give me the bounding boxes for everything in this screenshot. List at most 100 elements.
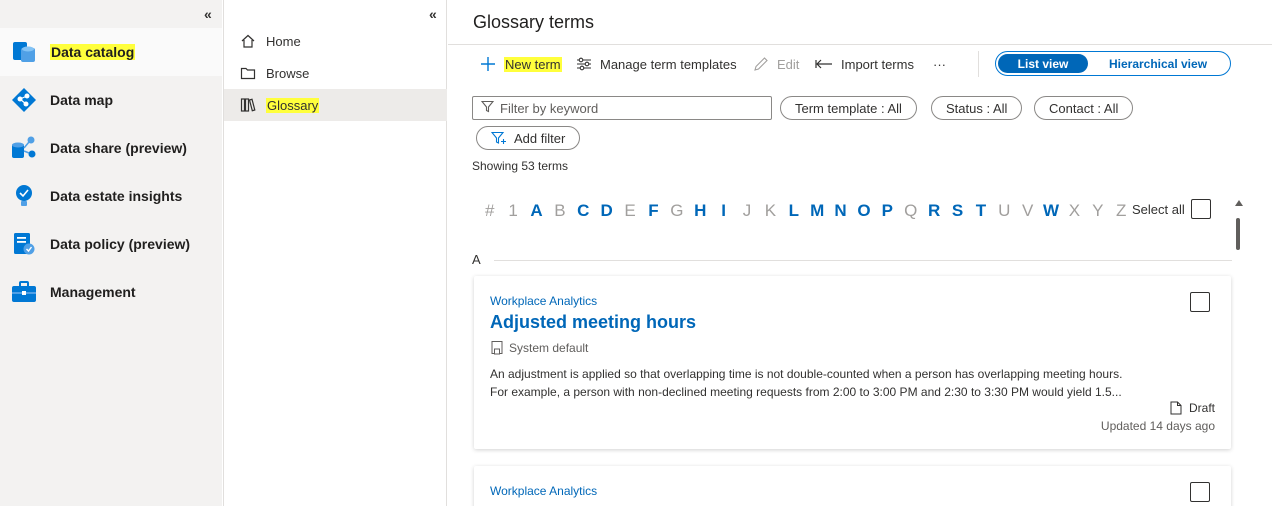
alphabet-letter[interactable]: C <box>572 201 595 221</box>
home-icon <box>240 33 258 49</box>
nav-label-data-policy: Data policy (preview) <box>50 236 191 252</box>
alphabet-letter: U <box>998 201 1011 220</box>
new-term-label: New term <box>504 56 562 72</box>
alphabet-letter[interactable]: M <box>805 201 828 221</box>
scroll-thumb[interactable] <box>1236 218 1240 250</box>
toolbar-divider <box>978 51 979 77</box>
select-all-checkbox[interactable] <box>1191 199 1211 219</box>
manage-term-templates-label: Manage term templates <box>600 56 737 72</box>
alphabet-letter: G <box>670 201 684 220</box>
alphabet-letter[interactable]: I <box>712 201 735 221</box>
alphabet-letter[interactable]: S <box>946 201 969 221</box>
subnav-item-home[interactable]: Home <box>224 25 447 57</box>
system-default-icon <box>490 340 505 355</box>
document-icon <box>1170 401 1182 415</box>
term-description: An adjustment is applied so that overlap… <box>490 365 1190 401</box>
term-template-filter[interactable]: Term template : All <box>780 96 917 120</box>
main-content: Glossary terms New term Manage term temp… <box>448 0 1272 506</box>
term-card[interactable]: Workplace Analytics <box>474 466 1231 506</box>
alphabet-letter: X <box>1068 201 1081 220</box>
term-status-label: Draft <box>1188 401 1215 415</box>
alphabet-letter: V <box>1022 201 1034 220</box>
nav-label-data-estate-insights: Data estate insights <box>50 188 183 204</box>
term-checkbox[interactable] <box>1190 292 1210 312</box>
alphabet-letter[interactable]: R <box>922 201 945 221</box>
subnav-item-browse[interactable]: Browse <box>224 57 447 89</box>
alphabet-letter[interactable]: A <box>525 201 548 221</box>
term-status: Draft <box>1170 401 1215 415</box>
pencil-icon <box>753 56 769 72</box>
alphabet-letter[interactable]: O <box>852 201 875 221</box>
nav-item-data-policy[interactable]: Data policy (preview) <box>0 220 222 268</box>
alphabet-letter[interactable]: L <box>782 201 805 221</box>
alphabet-letter[interactable]: T <box>969 201 992 221</box>
insights-icon <box>10 182 38 210</box>
alphabet-letter: Z <box>1116 201 1127 220</box>
alphabet-letter[interactable]: H <box>689 201 712 221</box>
view-toggle: List view Hierarchical view <box>995 51 1231 76</box>
app: « Data catalog Data map Data share (prev… <box>0 0 1272 506</box>
term-name-link[interactable]: Adjusted meeting hours <box>490 312 696 333</box>
more-options-button[interactable]: ··· <box>933 53 946 75</box>
term-description-line: For example, a person with non-declined … <box>490 385 1122 399</box>
term-description-line: An adjustment is applied so that overlap… <box>490 367 1123 381</box>
list-view-button[interactable]: List view <box>998 54 1088 73</box>
collapse-nav-icon[interactable]: « <box>204 6 212 22</box>
nav-item-management[interactable]: Management <box>0 268 222 316</box>
select-all-label: Select all <box>1132 202 1185 217</box>
alphabet-letter[interactable]: D <box>595 201 618 221</box>
manage-term-templates-button[interactable]: Manage term templates <box>576 53 737 75</box>
subnav-item-glossary[interactable]: Glossary <box>224 89 447 121</box>
alphabet-letter[interactable]: P <box>876 201 899 221</box>
nav-item-data-map[interactable]: Data map <box>0 76 222 124</box>
term-template-link[interactable]: Workplace Analytics <box>490 484 597 498</box>
left-nav: « Data catalog Data map Data share (prev… <box>0 0 222 506</box>
subnav-label-home: Home <box>266 33 301 49</box>
add-filter-label: Add filter <box>514 130 566 146</box>
hierarchical-view-button[interactable]: Hierarchical view <box>1088 54 1228 73</box>
add-filter-icon <box>491 131 507 145</box>
filter-keyword-field[interactable] <box>472 96 772 120</box>
edit-button[interactable]: Edit <box>753 53 799 75</box>
data-share-icon <box>10 134 38 162</box>
new-term-button[interactable]: New term <box>480 53 562 75</box>
alphabet-letter[interactable]: F <box>642 201 665 221</box>
alphabet-index: #1 A B C D E F G H I J K L M N O P Q R S T U V W X Y Z <box>478 201 1133 221</box>
sub-nav: « Home Browse Glossary <box>223 0 447 506</box>
data-catalog-icon <box>10 38 38 66</box>
term-template-link[interactable]: Workplace Analytics <box>490 294 597 308</box>
scroll-up-arrow-icon[interactable] <box>1235 200 1243 206</box>
import-terms-label: Import terms <box>841 56 914 72</box>
alphabet-letter[interactable]: W <box>1039 201 1062 221</box>
nav-label-data-map: Data map <box>50 92 114 108</box>
collapse-subnav-icon[interactable]: « <box>429 6 437 22</box>
import-terms-button[interactable]: Import terms <box>815 53 914 75</box>
term-source: System default <box>490 340 588 355</box>
folder-icon <box>240 65 258 81</box>
term-card[interactable]: Workplace Analytics Adjusted meeting hou… <box>474 276 1231 449</box>
nav-item-data-share[interactable]: Data share (preview) <box>0 124 222 172</box>
scrollbar[interactable] <box>1234 200 1244 260</box>
contact-filter[interactable]: Contact : All <box>1034 96 1134 120</box>
nav-item-data-catalog[interactable]: Data catalog <box>0 28 222 76</box>
term-checkbox[interactable] <box>1190 482 1210 502</box>
filter-keyword-input[interactable] <box>500 100 750 116</box>
alphabet-letter: K <box>764 201 777 220</box>
status-filter[interactable]: Status : All <box>931 96 1023 120</box>
alphabet-letter[interactable]: N <box>829 201 852 221</box>
add-filter-button[interactable]: Add filter <box>476 126 581 150</box>
nav-label-data-share: Data share (preview) <box>50 140 187 156</box>
book-icon <box>240 97 258 113</box>
data-map-icon <box>10 86 38 114</box>
alphabet-letter: J <box>742 201 752 220</box>
alphabet-letter: 1 <box>508 201 518 220</box>
nav-item-data-estate-insights[interactable]: Data estate insights <box>0 172 222 220</box>
data-policy-icon <box>10 230 38 258</box>
alphabet-letter: B <box>554 201 566 220</box>
term-updated: Updated 14 days ago <box>1100 419 1215 433</box>
more-icon: ··· <box>933 56 946 72</box>
page-title: Glossary terms <box>473 12 595 32</box>
nav-label-management: Management <box>50 284 136 300</box>
import-arrow-icon <box>815 57 833 71</box>
alphabet-letter: Y <box>1092 201 1104 220</box>
